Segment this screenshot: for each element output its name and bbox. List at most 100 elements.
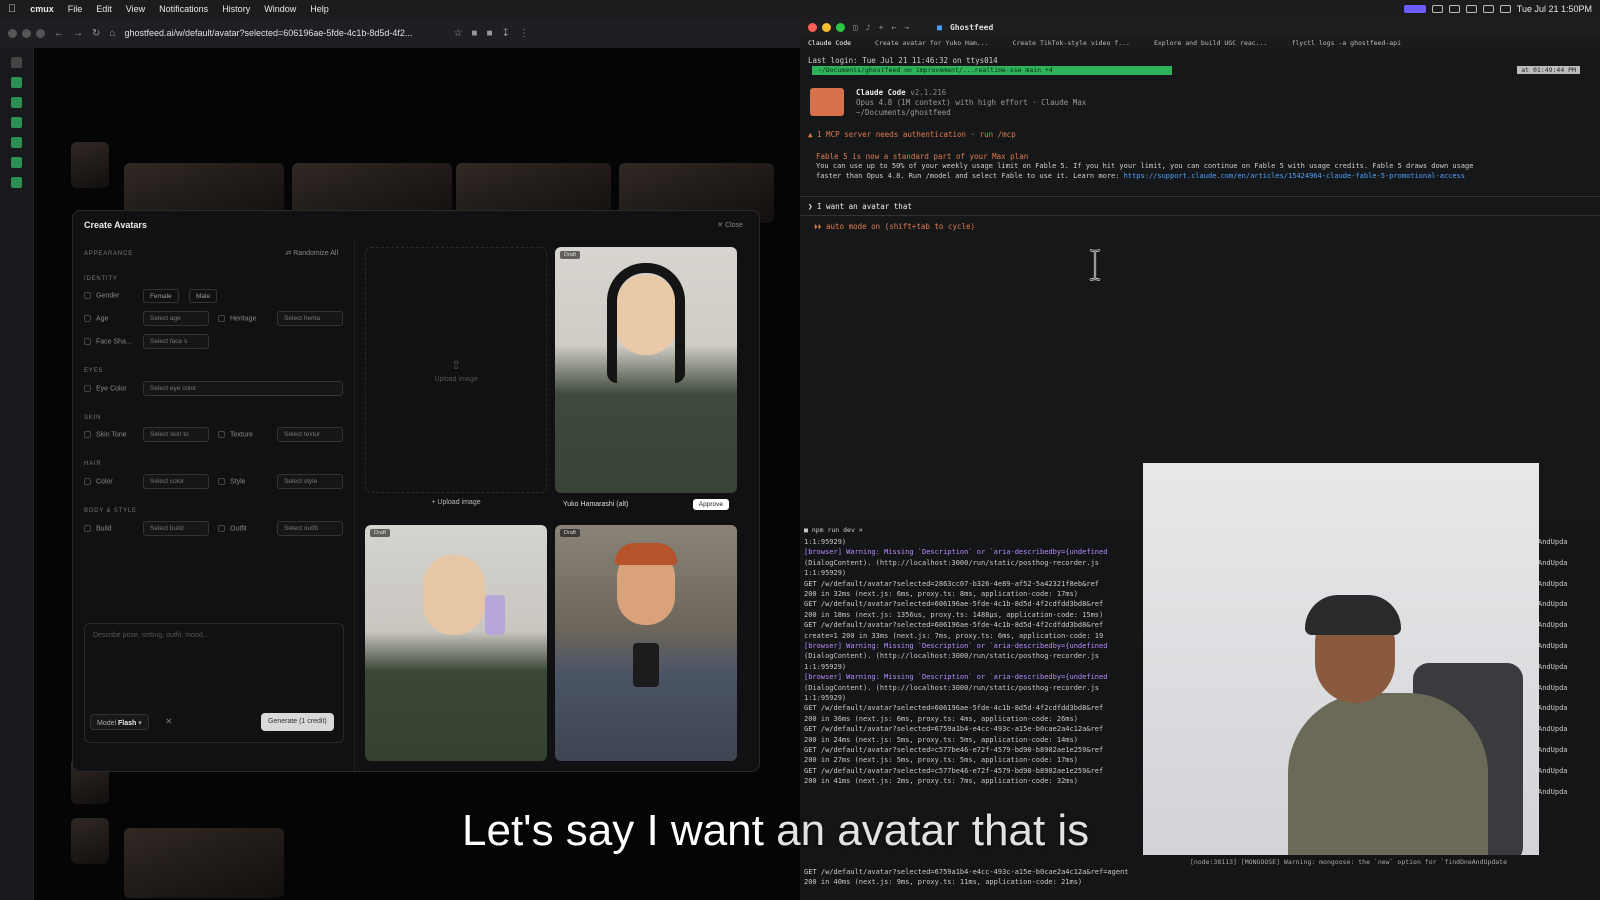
clock[interactable]: Tue Jul 21 1:50PM	[1517, 4, 1592, 14]
app-name[interactable]: cmux	[30, 4, 54, 14]
heritage-select[interactable]: Select herita	[277, 311, 343, 326]
bell-icon[interactable]: ♪	[866, 23, 871, 32]
randomize-all-button[interactable]: ⇄ Randomize All	[285, 249, 338, 257]
menu-help[interactable]: Help	[310, 4, 329, 14]
forward-icon[interactable]: →	[73, 28, 83, 39]
checkbox[interactable]	[84, 525, 91, 532]
nav-icon[interactable]	[11, 77, 22, 88]
hair-style-select[interactable]: Select style	[277, 474, 343, 489]
skin-select[interactable]: Select skin to	[143, 427, 209, 442]
eye-color-select[interactable]: Select eye color	[143, 381, 343, 396]
tab-tiktok-video[interactable]: Create TikTok-style video f...	[1013, 39, 1130, 47]
modal-title: Create Avatars	[84, 220, 147, 230]
chip-male[interactable]: Male	[189, 289, 218, 303]
skin-tone-field[interactable]: Skin Tone	[84, 431, 127, 438]
age-select[interactable]: Select age	[143, 311, 209, 326]
outfit-field[interactable]: Outfit	[218, 525, 247, 532]
menu-icon[interactable]: ⋮	[519, 28, 529, 39]
tab-ugc[interactable]: Explore and build UGC reac...	[1154, 39, 1268, 47]
lock-icon[interactable]	[11, 97, 22, 108]
close-button[interactable]: ✕ Close	[717, 221, 743, 229]
extension-icon[interactable]: ■	[471, 28, 477, 39]
upload-dropzone[interactable]: ⇧ Upload image	[365, 247, 547, 493]
shuffle-icon[interactable]: ⨯	[165, 716, 173, 727]
apple-icon[interactable]: 	[8, 3, 16, 15]
gender-field[interactable]: Gender	[84, 292, 119, 299]
lock-icon[interactable]	[11, 137, 22, 148]
checkbox[interactable]	[84, 478, 91, 485]
chip-female[interactable]: Female	[143, 289, 179, 303]
checkbox[interactable]	[218, 431, 225, 438]
minimize-dot[interactable]	[22, 28, 31, 38]
upload-image-button[interactable]: + Upload image	[365, 499, 547, 506]
wifi-icon[interactable]	[1482, 5, 1494, 13]
outfit-select[interactable]: Select outfit	[277, 521, 343, 536]
hair-style-field[interactable]: Style	[218, 478, 246, 485]
build-field[interactable]: Build	[84, 525, 112, 532]
approve-button[interactable]: Approve	[692, 498, 729, 510]
back-icon[interactable]: ←	[54, 28, 64, 39]
menu-window[interactable]: Window	[264, 4, 296, 14]
lock-icon[interactable]	[11, 157, 22, 168]
close-dot[interactable]	[808, 22, 817, 32]
menu-history[interactable]: History	[222, 4, 250, 14]
model-select[interactable]: Model Flash ▾	[90, 714, 149, 730]
age-field[interactable]: Age	[84, 315, 108, 322]
checkbox[interactable]	[84, 385, 91, 392]
tray-icon[interactable]	[1448, 5, 1460, 13]
face-shape-field[interactable]: Face Sha...	[84, 338, 132, 345]
generate-button[interactable]: Generate (1 credit)	[261, 713, 334, 731]
tray-icon[interactable]	[1465, 5, 1477, 13]
add-icon[interactable]	[11, 177, 22, 188]
checkbox[interactable]	[84, 292, 91, 299]
battery-icon[interactable]	[1499, 5, 1511, 13]
minimize-dot[interactable]	[822, 22, 831, 32]
recording-icon[interactable]	[1403, 5, 1426, 13]
heritage-field[interactable]: Heritage	[218, 315, 256, 322]
checkbox[interactable]	[84, 431, 91, 438]
back-icon[interactable]: ←	[891, 23, 896, 32]
checkbox[interactable]	[218, 525, 225, 532]
build-select[interactable]: Select build	[143, 521, 209, 536]
face-select[interactable]: Select face s	[143, 334, 209, 349]
sidebar-icon[interactable]: ◫	[853, 23, 858, 32]
home-icon[interactable]: ⌂	[109, 28, 115, 39]
hair-color-select[interactable]: Select color	[143, 474, 209, 489]
download-icon[interactable]: ↧	[502, 28, 510, 39]
close-dot[interactable]	[8, 28, 17, 38]
lock-icon[interactable]	[11, 117, 22, 128]
menu-icon[interactable]	[11, 57, 22, 68]
tab-flyctl-logs[interactable]: flyctl logs -a ghostfeed-api	[1291, 39, 1401, 47]
checkbox[interactable]	[218, 315, 225, 322]
avatar-card[interactable]: Draft	[555, 247, 737, 493]
checkbox[interactable]	[84, 315, 91, 322]
checkbox[interactable]	[84, 338, 91, 345]
checkbox[interactable]	[218, 478, 225, 485]
avatar-card[interactable]: Draft	[555, 525, 737, 761]
avatar-card[interactable]: Draft	[365, 525, 547, 761]
tab-npm-run-dev[interactable]: ■ npm run dev ✕	[804, 526, 863, 534]
texture-field[interactable]: Texture	[218, 431, 253, 438]
extension-icon[interactable]: ■	[486, 28, 492, 39]
tab-create-avatar[interactable]: Create avatar for Yuko Ham...	[875, 39, 989, 47]
eye-color-field[interactable]: Eye Color	[84, 385, 127, 392]
avatar-face	[423, 555, 485, 635]
reload-icon[interactable]: ↻	[92, 28, 100, 39]
menu-view[interactable]: View	[126, 4, 145, 14]
zoom-dot[interactable]	[36, 28, 45, 38]
menu-file[interactable]: File	[68, 4, 83, 14]
tab-claude-code[interactable]: Claude Code	[808, 39, 851, 47]
forward-icon[interactable]: →	[904, 23, 909, 32]
address-bar[interactable]: ghostfeed.ai/w/default/avatar?selected=6…	[124, 28, 444, 38]
section-appearance: APPEARANCE	[84, 251, 134, 257]
fable-link[interactable]: https://support.claude.com/en/articles/1…	[1124, 172, 1465, 180]
hair-color-field[interactable]: Color	[84, 478, 113, 485]
menu-notifications[interactable]: Notifications	[159, 4, 208, 14]
zoom-dot[interactable]	[836, 22, 845, 32]
texture-select[interactable]: Select textur	[277, 427, 343, 442]
tray-icon[interactable]	[1431, 5, 1443, 13]
add-icon[interactable]: +	[879, 23, 884, 32]
claude-prompt-input[interactable]: ❯ I want an avatar that	[808, 202, 912, 211]
menu-edit[interactable]: Edit	[96, 4, 112, 14]
bookmark-star-icon[interactable]: ☆	[453, 28, 462, 39]
